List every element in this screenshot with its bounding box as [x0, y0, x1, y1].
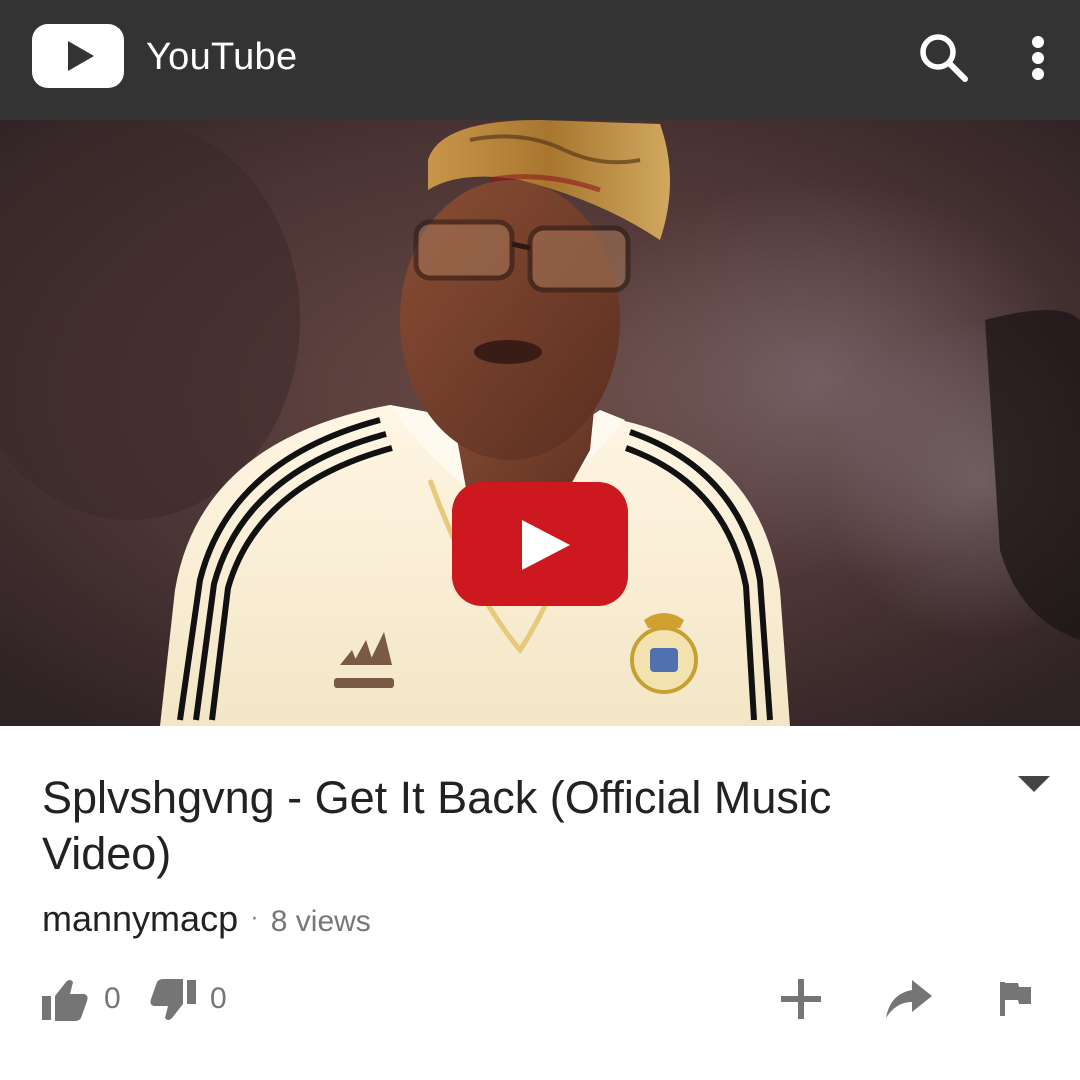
thumbs-up-icon — [42, 980, 88, 1021]
video-title: Splvshgvng - Get It Back (Official Music… — [42, 772, 832, 879]
flag-icon — [1000, 982, 1031, 1016]
search-icon — [920, 34, 968, 82]
video-meta: mannymacp · 8 views — [42, 898, 371, 946]
video-player[interactable] — [0, 120, 1080, 726]
expand-details-button[interactable] — [1012, 770, 1056, 798]
play-button[interactable] — [452, 482, 628, 606]
channel-name[interactable]: mannymacp — [42, 898, 238, 940]
youtube-logo-icon[interactable] — [32, 24, 124, 88]
meta-separator: · — [250, 901, 259, 931]
share-icon — [886, 980, 932, 1018]
play-icon — [522, 520, 570, 570]
app-title: YouTube — [146, 36, 298, 78]
more-vert-icon — [1032, 36, 1044, 80]
thumbs-down-icon — [150, 979, 196, 1020]
share-button[interactable] — [884, 978, 934, 1028]
like-count: 0 — [104, 982, 121, 1015]
report-button[interactable] — [998, 980, 1034, 1030]
search-button[interactable] — [916, 30, 972, 86]
more-options-button[interactable] — [1016, 30, 1060, 86]
chevron-down-icon — [1018, 776, 1050, 792]
add-to-playlist-button[interactable] — [778, 976, 824, 1026]
app-bar: YouTube — [0, 0, 1080, 120]
dislike-count: 0 — [210, 982, 227, 1015]
video-thumbnail — [0, 120, 1080, 726]
add-to-playlist-icon — [781, 979, 821, 1019]
dislike-button[interactable]: 0 — [148, 974, 238, 1024]
like-button[interactable]: 0 — [40, 974, 130, 1024]
view-count: 8 views — [270, 905, 371, 938]
